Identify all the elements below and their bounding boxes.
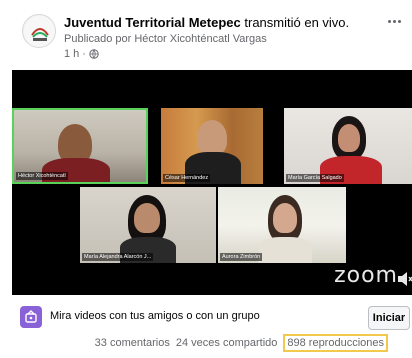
participant-name: Aurora Zimbrón bbox=[220, 253, 263, 261]
participant-name: María Alejandra Alarcón J... bbox=[82, 253, 154, 261]
live-video-player[interactable]: Héctor Xicohténcatl César Hernández Marí… bbox=[12, 70, 412, 295]
watch-party-icon bbox=[20, 306, 42, 328]
globe-icon bbox=[89, 49, 99, 59]
participant-tile: Aurora Zimbrón bbox=[218, 187, 346, 263]
participant-name: César Hernández bbox=[163, 174, 211, 182]
post-time[interactable]: 1 h bbox=[64, 48, 79, 60]
participant-tile: César Hernández bbox=[161, 108, 263, 184]
more-options-icon[interactable] bbox=[384, 14, 404, 28]
post-byline: Publicado por Héctor Xicohténcatl Vargas bbox=[64, 33, 267, 45]
comments-count[interactable]: 33 comentarios bbox=[95, 337, 170, 352]
meta-separator: · bbox=[82, 48, 86, 60]
watch-together-text: Mira videos con tus amigos o con un grup… bbox=[50, 310, 260, 322]
post-action-text: transmitió en vivo. bbox=[244, 15, 350, 30]
start-watch-party-button[interactable]: Iniciar bbox=[368, 306, 410, 330]
page-avatar[interactable] bbox=[22, 14, 56, 48]
page-logo-icon bbox=[24, 16, 55, 47]
page-name-link[interactable]: Juventud Territorial Metepec bbox=[64, 15, 241, 30]
post-meta: 1 h · bbox=[64, 48, 99, 60]
zoom-watermark: zoom bbox=[334, 263, 398, 288]
post-stats: 33 comentarios 24 veces compartido 898 r… bbox=[95, 334, 388, 352]
post-title: Juventud Territorial Metepec transmitió … bbox=[64, 15, 349, 30]
participant-name: María García Salgado bbox=[286, 174, 344, 182]
participant-tile: María Alejandra Alarcón J... bbox=[80, 187, 216, 263]
shares-count[interactable]: 24 veces compartido bbox=[176, 337, 278, 352]
participant-tile: Héctor Xicohténcatl bbox=[12, 108, 148, 184]
watch-together-prompt: Mira videos con tus amigos o con un grup… bbox=[20, 306, 412, 332]
participant-tile: María García Salgado bbox=[284, 108, 412, 184]
post-header: Juventud Territorial Metepec transmitió … bbox=[0, 0, 412, 68]
volume-icon[interactable] bbox=[398, 271, 412, 287]
views-count: 898 reproducciones bbox=[283, 334, 388, 352]
participant-name: Héctor Xicohténcatl bbox=[16, 172, 68, 180]
